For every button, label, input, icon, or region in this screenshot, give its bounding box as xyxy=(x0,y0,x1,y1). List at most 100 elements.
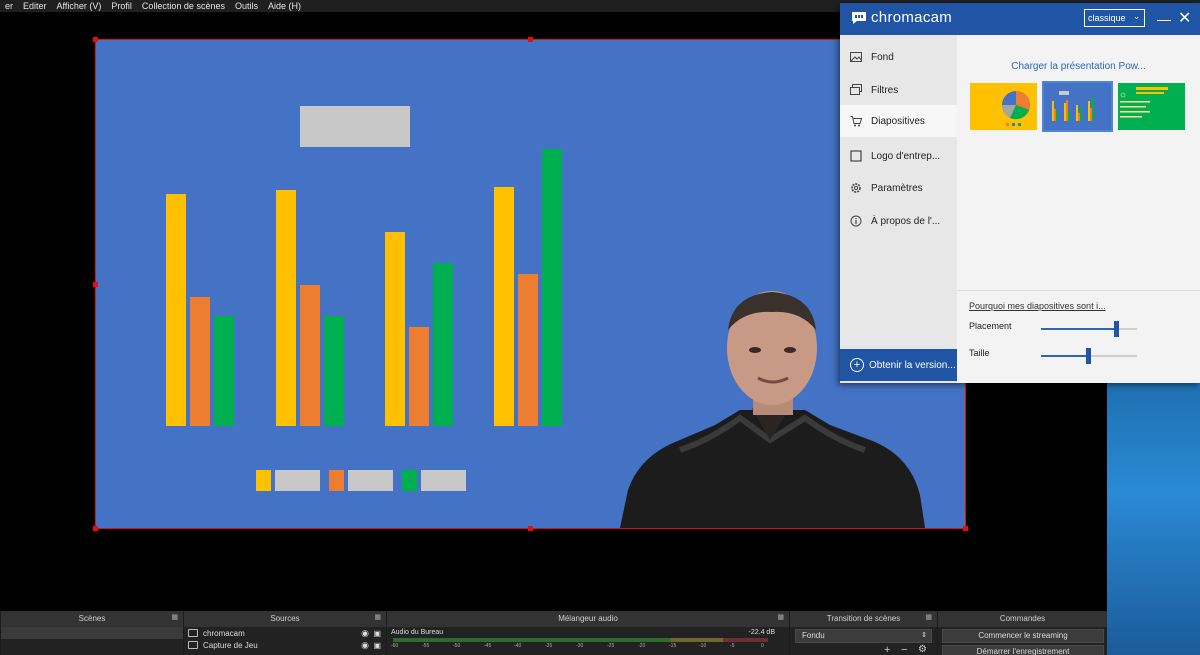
transitions-body: Fondu ⇕ + − ⚙ xyxy=(790,627,937,655)
scenes-dock-title: Scènes xyxy=(1,611,183,627)
image-icon xyxy=(850,52,862,62)
mixer-track-db: -22.4 dB xyxy=(748,629,775,636)
chat-bubble-logo-icon xyxy=(852,12,866,24)
lock-icon[interactable]: ▣ xyxy=(373,629,381,638)
nav-item-filtres[interactable]: Filtres xyxy=(840,74,957,106)
nav-label: À propos de l'... xyxy=(871,215,941,227)
legend-label-placeholder xyxy=(348,470,393,491)
desktop-background xyxy=(1107,382,1200,655)
gear-icon[interactable]: ⚙ xyxy=(918,644,927,655)
remove-icon[interactable]: − xyxy=(901,644,907,655)
resize-handle[interactable] xyxy=(963,526,968,531)
volume-tick-label: -35 xyxy=(545,643,553,649)
load-presentation-link[interactable]: Charger la présentation Pow... xyxy=(957,61,1200,72)
slide-bar xyxy=(542,149,562,426)
source-row[interactable]: chromacam ◉ ▣ xyxy=(184,627,386,639)
placement-label: Placement xyxy=(969,321,1012,331)
dock-float-icon[interactable]: ▦ xyxy=(777,613,784,621)
minimize-icon[interactable]: — xyxy=(1157,11,1171,27)
eye-icon[interactable]: ◉ xyxy=(361,640,369,651)
slide-title-placeholder xyxy=(300,106,410,147)
slide-bar xyxy=(409,327,429,426)
menu-help[interactable]: Aide (H) xyxy=(263,1,306,11)
size-slider[interactable] xyxy=(1041,348,1137,364)
menu-view[interactable]: Afficher (V) xyxy=(52,1,107,11)
volume-tick-label: -30 xyxy=(576,643,584,649)
close-icon[interactable]: ✕ xyxy=(1178,8,1192,28)
gear-icon xyxy=(851,183,861,193)
resize-handle[interactable] xyxy=(93,37,98,42)
dock-float-icon[interactable]: ▦ xyxy=(925,613,932,621)
resize-handle[interactable] xyxy=(93,526,98,531)
volume-tick-label: -25 xyxy=(607,643,615,649)
slide-thumbnail-pie[interactable] xyxy=(970,83,1037,130)
volume-tick-label: -20 xyxy=(638,643,646,649)
volume-tick-label: -10 xyxy=(699,643,707,649)
sources-dock-title: Sources xyxy=(184,611,386,627)
nav-label: Filtres xyxy=(871,84,899,96)
source-row[interactable]: Capture de Jeu ◉ ▣ xyxy=(184,639,386,651)
eye-icon[interactable]: ◉ xyxy=(361,628,369,639)
placement-slider-knob[interactable] xyxy=(1114,321,1119,337)
sources-list: chromacam ◉ ▣ Capture de Jeu ◉ ▣ xyxy=(184,627,386,655)
audio-mixer-dock: Mélangeur audio ▦ Audio du Bureau -22.4 … xyxy=(386,611,789,655)
add-icon[interactable]: + xyxy=(884,644,890,655)
menu-file[interactable]: er xyxy=(0,1,18,11)
menu-profile[interactable]: Profil xyxy=(106,1,137,11)
mode-select-value: classique xyxy=(1088,13,1126,23)
gamepad-icon xyxy=(188,641,198,649)
start-streaming-button[interactable]: Commencer le streaming xyxy=(942,629,1104,643)
nav-item-a-propos[interactable]: À propos de l'... xyxy=(840,205,957,237)
legend-label-placeholder xyxy=(421,470,466,491)
audio-mixer-title: Mélangeur audio xyxy=(387,611,789,627)
get-version-button[interactable]: + Obtenir la version... xyxy=(840,349,957,381)
size-slider-knob[interactable] xyxy=(1086,348,1091,364)
transitions-title: Transition de scènes xyxy=(790,611,937,627)
mode-select[interactable]: classique ⌄ xyxy=(1084,9,1145,27)
resize-handle[interactable] xyxy=(93,282,98,287)
scene-row-selected[interactable] xyxy=(1,627,183,639)
controls-title: Commandes xyxy=(938,611,1107,627)
lock-icon[interactable]: ▣ xyxy=(373,641,381,650)
dock-float-icon[interactable]: ▦ xyxy=(171,613,178,621)
volume-tick-label: -15 xyxy=(669,643,677,649)
placement-slider[interactable] xyxy=(1041,321,1137,337)
resize-handle[interactable] xyxy=(528,37,533,42)
slide-bar xyxy=(518,274,538,426)
start-recording-button[interactable]: Démarrer l'enregistrement xyxy=(942,645,1104,655)
transitions-dock: Transition de scènes ▦ Fondu ⇕ + − ⚙ xyxy=(789,611,937,655)
controls-body: Commencer le streaming Démarrer l'enregi… xyxy=(938,627,1107,655)
menu-edit[interactable]: Editer xyxy=(18,1,52,11)
nav-item-diapositives[interactable]: Diapositives xyxy=(840,105,957,137)
transition-select[interactable]: Fondu ⇕ xyxy=(795,629,932,643)
slide-thumbnail-bars[interactable] xyxy=(1042,81,1113,132)
volume-tick-label: -5 xyxy=(730,643,735,649)
nav-item-logo[interactable]: Logo d'entrep... xyxy=(840,140,957,172)
layers-icon xyxy=(850,84,862,95)
slide-bar xyxy=(494,187,514,426)
size-label: Taille xyxy=(969,348,990,358)
get-version-label: Obtenir la version... xyxy=(869,359,956,371)
slide-bar xyxy=(324,316,344,426)
camera-icon xyxy=(188,629,198,637)
spinner-icon: ⇕ xyxy=(921,632,927,639)
menu-tools[interactable]: Outils xyxy=(230,1,263,11)
legend-swatch-yellow xyxy=(256,470,271,491)
controls-dock: Commandes Commencer le streaming Démarre… xyxy=(937,611,1107,655)
slide-thumbnail-list[interactable] xyxy=(1118,83,1185,130)
size-slider-fill xyxy=(1041,355,1088,357)
nav-item-parametres[interactable]: Paramètres xyxy=(840,172,957,204)
placement-slider-fill xyxy=(1041,328,1116,330)
why-slides-link[interactable]: Pourquoi mes diapositives sont i... xyxy=(969,301,1106,311)
scenes-list[interactable] xyxy=(1,627,183,655)
audio-mixer-body: Audio du Bureau -22.4 dB -60 -55 -50 -45 -40… xyxy=(387,627,789,655)
legend-swatch-orange xyxy=(329,470,344,491)
nav-item-fond[interactable]: Fond xyxy=(840,41,957,73)
resize-handle[interactable] xyxy=(528,526,533,531)
dock-float-icon[interactable]: ▦ xyxy=(374,613,381,621)
menu-scene-collection[interactable]: Collection de scènes xyxy=(137,1,230,11)
chromacam-main-panel: Charger la présentation Pow... Pourquoi … xyxy=(957,35,1200,383)
info-icon xyxy=(850,215,862,227)
obs-docks: Scènes ▦ Sources ▦ chromacam ◉ ▣ Capture… xyxy=(0,611,1107,655)
volume-tick-label: -40 xyxy=(514,643,522,649)
